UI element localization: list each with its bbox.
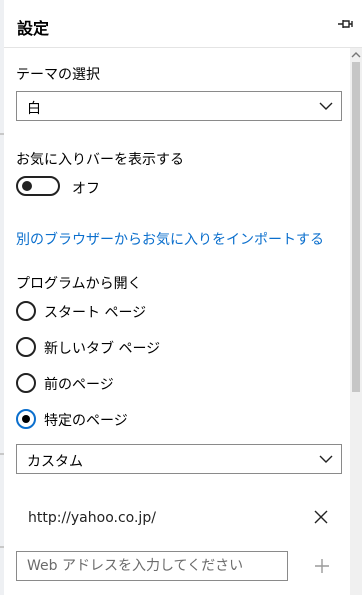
radio-specific-page[interactable] [16,409,36,429]
pin-icon[interactable] [336,15,354,33]
toggle-knob [22,181,32,191]
background-mark [0,546,4,548]
radio-new-tab-page[interactable] [16,337,36,357]
close-icon[interactable] [314,510,328,524]
theme-select[interactable]: 白 [16,91,342,121]
scroll-up-icon[interactable] [351,51,361,59]
theme-label: テーマの選択 [16,67,100,83]
plus-icon[interactable] [314,558,330,574]
radio-previous-pages-label[interactable]: 前のページ [44,374,114,394]
background-mark [0,133,4,135]
open-with-label: プログラムから開く [16,276,142,292]
scrollbar[interactable] [350,48,362,595]
favorites-bar-state: オフ [72,181,100,197]
chevron-down-icon [319,455,333,463]
scrollbar-thumb[interactable] [352,62,360,392]
favorites-bar-label: お気に入りバーを表示する [16,152,184,168]
radio-start-page[interactable] [16,301,36,321]
theme-select-value: 白 [27,101,41,117]
page-url: http://yahoo.co.jp/ [28,510,156,526]
web-address-input[interactable] [16,551,288,581]
background-strip [0,0,4,595]
favorites-bar-toggle[interactable] [16,176,60,196]
radio-start-page-label[interactable]: スタート ページ [44,302,146,322]
radio-specific-page-label[interactable]: 特定のページ [44,410,128,430]
radio-previous-pages[interactable] [16,373,36,393]
import-favorites-link[interactable]: 別のブラウザーからお気に入りをインポートする [16,229,324,249]
background-mark [0,453,4,455]
settings-header: 設定 [4,0,362,48]
page-select[interactable]: カスタム [16,444,342,474]
radio-new-tab-page-label[interactable]: 新しいタブ ページ [44,338,160,358]
chevron-down-icon [319,102,333,110]
page-title: 設定 [17,19,50,38]
page-select-value: カスタム [27,454,83,470]
